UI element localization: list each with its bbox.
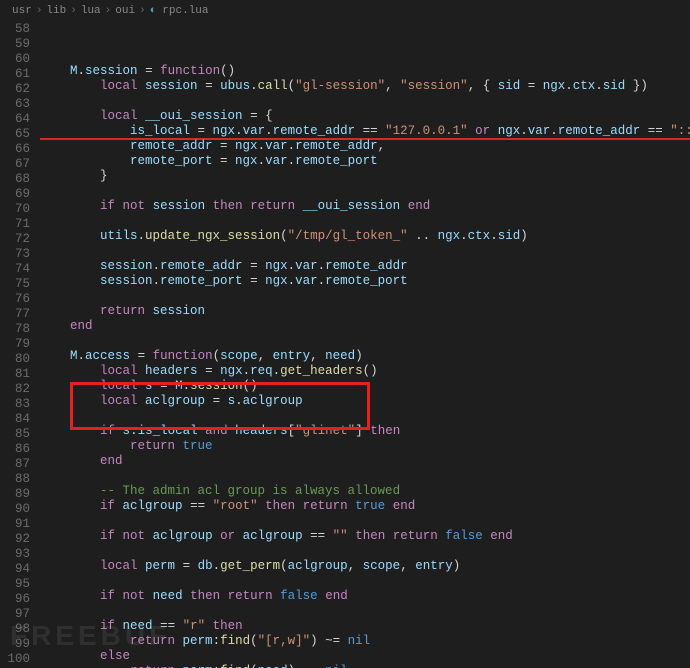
code-line[interactable]: is_local = ngx.var.remote_addr == "127.0…: [40, 124, 690, 139]
line-number: 86: [0, 442, 30, 457]
line-number: 62: [0, 82, 30, 97]
line-number: 89: [0, 487, 30, 502]
line-number: 96: [0, 592, 30, 607]
line-number: 76: [0, 292, 30, 307]
line-number: 69: [0, 187, 30, 202]
code-line[interactable]: [40, 184, 690, 199]
line-number: 80: [0, 352, 30, 367]
code-line[interactable]: }: [40, 169, 690, 184]
line-number: 91: [0, 517, 30, 532]
line-number: 84: [0, 412, 30, 427]
line-number: 66: [0, 142, 30, 157]
line-number: 77: [0, 307, 30, 322]
line-number: 88: [0, 472, 30, 487]
line-number: 85: [0, 427, 30, 442]
line-number: 72: [0, 232, 30, 247]
line-number: 58: [0, 22, 30, 37]
breadcrumb-seg[interactable]: lua: [81, 5, 101, 17]
breadcrumb-seg[interactable]: lib: [46, 5, 66, 17]
line-number: 97: [0, 607, 30, 622]
code-line[interactable]: [40, 334, 690, 349]
line-number: 94: [0, 562, 30, 577]
code-line[interactable]: return session: [40, 304, 690, 319]
line-number: 75: [0, 277, 30, 292]
code-line[interactable]: return true: [40, 439, 690, 454]
lua-file-icon: ◐: [150, 5, 157, 17]
line-number: 100: [0, 652, 30, 667]
line-number: 59: [0, 37, 30, 52]
line-number: 93: [0, 547, 30, 562]
line-number: 64: [0, 112, 30, 127]
line-number: 60: [0, 52, 30, 67]
code-line[interactable]: if s.is_local and headers["glinet"] then: [40, 424, 690, 439]
line-number: 98: [0, 622, 30, 637]
line-number: 78: [0, 322, 30, 337]
code-line[interactable]: [40, 604, 690, 619]
chevron-right-icon: ›: [36, 5, 43, 17]
code-line[interactable]: session.remote_port = ngx.var.remote_por…: [40, 274, 690, 289]
code-line[interactable]: if not aclgroup or aclgroup == "" then r…: [40, 529, 690, 544]
code-line[interactable]: local __oui_session = {: [40, 109, 690, 124]
code-line[interactable]: [40, 214, 690, 229]
code-line[interactable]: local aclgroup = s.aclgroup: [40, 394, 690, 409]
code-line[interactable]: [40, 574, 690, 589]
line-number: 99: [0, 637, 30, 652]
code-line[interactable]: [40, 544, 690, 559]
code-line[interactable]: [40, 409, 690, 424]
code-line[interactable]: return perm:find("[r,w]") ~= nil: [40, 634, 690, 649]
code-line[interactable]: end: [40, 454, 690, 469]
line-number: 71: [0, 217, 30, 232]
code-line[interactable]: if not need then return false end: [40, 589, 690, 604]
code-line[interactable]: if aclgroup == "root" then return true e…: [40, 499, 690, 514]
code-line[interactable]: if need == "r" then: [40, 619, 690, 634]
code-line[interactable]: -- The admin acl group is always allowed: [40, 484, 690, 499]
line-number: 73: [0, 247, 30, 262]
code-line[interactable]: M.access = function(scope, entry, need): [40, 349, 690, 364]
chevron-right-icon: ›: [139, 5, 146, 17]
breadcrumb-file[interactable]: rpc.lua: [162, 5, 208, 17]
line-number: 82: [0, 382, 30, 397]
code-line[interactable]: utils.update_ngx_session("/tmp/gl_token_…: [40, 229, 690, 244]
code-line[interactable]: local session = ubus.call("gl-session", …: [40, 79, 690, 94]
code-line[interactable]: else: [40, 649, 690, 664]
code-editor[interactable]: 5859606162636465666768697071727374757677…: [0, 22, 690, 668]
line-number: 74: [0, 262, 30, 277]
breadcrumb-seg[interactable]: usr: [12, 5, 32, 17]
code-line[interactable]: [40, 514, 690, 529]
code-line[interactable]: if not session then return __oui_session…: [40, 199, 690, 214]
chevron-right-icon: ›: [70, 5, 77, 17]
code-line[interactable]: remote_addr = ngx.var.remote_addr,: [40, 139, 690, 154]
chevron-right-icon: ›: [105, 5, 112, 17]
line-number: 92: [0, 532, 30, 547]
line-number: 87: [0, 457, 30, 472]
code-line[interactable]: M.session = function(): [40, 64, 690, 79]
line-number: 67: [0, 157, 30, 172]
line-number: 70: [0, 202, 30, 217]
code-line[interactable]: end: [40, 319, 690, 334]
line-number: 83: [0, 397, 30, 412]
code-line[interactable]: [40, 244, 690, 259]
line-number: 90: [0, 502, 30, 517]
line-number: 68: [0, 172, 30, 187]
code-line[interactable]: remote_port = ngx.var.remote_port: [40, 154, 690, 169]
line-number: 65: [0, 127, 30, 142]
line-number: 63: [0, 97, 30, 112]
line-number: 79: [0, 337, 30, 352]
code-line[interactable]: session.remote_addr = ngx.var.remote_add…: [40, 259, 690, 274]
code-line[interactable]: local headers = ngx.req.get_headers(): [40, 364, 690, 379]
code-line[interactable]: [40, 94, 690, 109]
code-line[interactable]: return perm:find(need) ~= nil: [40, 664, 690, 668]
code-line[interactable]: [40, 289, 690, 304]
line-number: 81: [0, 367, 30, 382]
code-line[interactable]: [40, 469, 690, 484]
line-number-gutter: 5859606162636465666768697071727374757677…: [0, 22, 40, 668]
code-line[interactable]: local perm = db.get_perm(aclgroup, scope…: [40, 559, 690, 574]
line-number: 95: [0, 577, 30, 592]
code-line[interactable]: local s = M.session(): [40, 379, 690, 394]
code-content[interactable]: M.session = function() local session = u…: [40, 22, 690, 668]
breadcrumb-seg[interactable]: oui: [115, 5, 135, 17]
breadcrumb: usr › lib › lua › oui › ◐ rpc.lua: [0, 0, 690, 22]
line-number: 61: [0, 67, 30, 82]
